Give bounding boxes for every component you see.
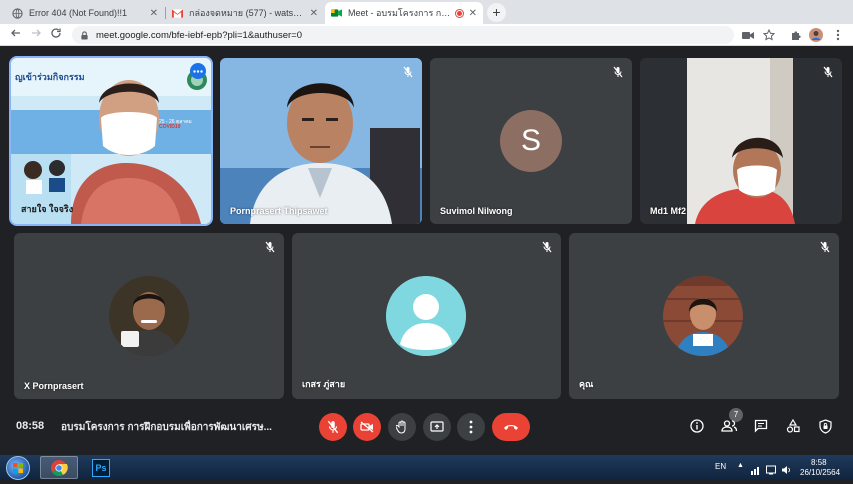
tab-title: กล่องจดหมาย (577) - watsana.r@	[189, 8, 304, 18]
participant-name: X Pornprasert	[24, 381, 84, 391]
participant-video	[220, 58, 422, 224]
reload-button[interactable]	[48, 27, 64, 43]
participant-tile[interactable]: X Pornprasert	[14, 233, 284, 399]
mic-muted-icon	[403, 66, 413, 78]
new-tab-button[interactable]: +	[487, 3, 506, 22]
participants-button[interactable]	[720, 417, 738, 435]
close-tab-icon[interactable]: ✕	[150, 8, 158, 19]
address-bar[interactable]: meet.google.com/bfe-iebf-epb?pli=1&authu…	[72, 26, 734, 44]
more-options-button[interactable]	[457, 413, 485, 441]
gmail-icon	[172, 8, 183, 19]
activities-button[interactable]	[784, 417, 802, 435]
tray-overflow-icon[interactable]: ▲	[737, 462, 744, 469]
tab-gmail-inbox[interactable]: กล่องจดหมาย (577) - watsana.r@ ✕	[166, 2, 324, 24]
raise-hand-button[interactable]	[388, 413, 416, 441]
camera-in-use-icon[interactable]	[740, 27, 756, 43]
url-text: meet.google.com/bfe-iebf-epb?pli=1&authu…	[96, 29, 302, 41]
language-indicator[interactable]: EN	[715, 462, 726, 471]
profile-avatar[interactable]	[808, 27, 824, 43]
participant-tile[interactable]: Pornprasert Thipsawet	[220, 58, 422, 224]
more-options-icon[interactable]	[190, 63, 206, 79]
mic-muted-icon	[613, 66, 623, 78]
forward-button[interactable]	[28, 27, 44, 43]
globe-icon	[12, 7, 23, 19]
avatar: S	[500, 110, 562, 172]
shield-lock-icon	[818, 418, 832, 434]
hand-icon	[396, 420, 406, 434]
lock-icon	[81, 30, 88, 40]
leave-call-button[interactable]	[492, 413, 530, 441]
participant-name: คุณ	[579, 379, 594, 389]
participant-tile[interactable]: เกสร ภู่สาย	[292, 233, 561, 399]
photoshop-icon: Ps	[92, 458, 110, 477]
start-button[interactable]	[6, 456, 30, 480]
bookmark-star-icon[interactable]	[761, 27, 777, 43]
present-icon	[430, 421, 444, 432]
chat-button[interactable]	[752, 417, 770, 435]
extensions-puzzle-icon[interactable]	[788, 27, 804, 43]
camera-toggle-button[interactable]	[353, 413, 381, 441]
volume-icon[interactable]	[781, 462, 791, 474]
mic-muted-icon	[820, 241, 830, 253]
close-tab-icon[interactable]: ✕	[469, 8, 477, 19]
browser-toolbar: meet.google.com/bfe-iebf-epb?pli=1&authu…	[0, 24, 853, 46]
meet-icon	[331, 8, 342, 19]
windows-logo-icon	[13, 463, 23, 473]
tab-meet[interactable]: Meet - อบรมโครงการ การฝึกอ ✕	[325, 2, 483, 24]
host-controls-button[interactable]	[816, 417, 834, 435]
participant-tile[interactable]: ญเข้าร่วมกิจกรรม 25 - 26 ตุลาคม COVID19 …	[9, 56, 213, 226]
slide-headline: ญเข้าร่วมกิจกรรม	[15, 72, 85, 82]
taskbar-photoshop[interactable]: Ps	[82, 456, 120, 479]
chrome-icon	[51, 459, 68, 476]
chat-icon	[754, 419, 768, 433]
participant-name: Pornprasert Thipsawet	[230, 206, 328, 216]
system-clock[interactable]: 8:58	[811, 458, 827, 467]
close-tab-icon[interactable]: ✕	[310, 8, 318, 19]
participant-tile[interactable]: Md1 Mf2	[640, 58, 842, 224]
present-screen-button[interactable]	[423, 413, 451, 441]
meeting-details-button[interactable]	[688, 417, 706, 435]
mic-toggle-button[interactable]	[319, 413, 347, 441]
avatar	[663, 276, 743, 356]
more-vert-icon	[469, 420, 473, 434]
back-button[interactable]	[8, 27, 24, 43]
os-taskbar: Ps EN ▲ 8:58 26/10/2564	[0, 455, 853, 480]
shapes-icon	[786, 419, 800, 433]
system-date[interactable]: 26/10/2564	[800, 468, 840, 477]
participant-tile[interactable]: คุณ	[569, 233, 839, 399]
browser-menu-icon[interactable]	[830, 27, 846, 43]
participant-name: Suvimol Nilwong	[440, 206, 513, 216]
meet-stage: ญเข้าร่วมกิจกรรม 25 - 26 ตุลาคม COVID19 …	[0, 47, 853, 455]
meeting-title: อบรมโครงการ การฝึกอบรมเพื่อการพัฒนาเศรษ.…	[61, 422, 272, 433]
browser-tab-bar: Error 404 (Not Found)!!1 ✕ กล่องจดหมาย (…	[0, 0, 853, 24]
avatar	[109, 276, 189, 356]
meeting-controls: 08:58 อบรมโครงการ การฝึกอบรมเพื่อการพัฒน…	[0, 402, 853, 452]
participant-name: เกสร ภู่สาย	[302, 379, 346, 389]
meeting-clock: 08:58	[16, 420, 45, 432]
participant-name: Md1 Mf2	[650, 206, 686, 216]
tab-title: Error 404 (Not Found)!!1	[29, 8, 128, 18]
camera-off-icon	[360, 421, 374, 433]
participant-name: สายใจ ใจจริง	[21, 204, 74, 214]
info-icon	[690, 419, 704, 433]
default-avatar-icon	[386, 276, 466, 356]
recording-indicator-icon	[455, 9, 463, 17]
tab-title: Meet - อบรมโครงการ การฝึกอ	[348, 8, 452, 18]
mic-off-icon	[327, 420, 339, 434]
mic-muted-icon	[823, 66, 833, 78]
slide-covid: COVID19	[159, 124, 181, 130]
participant-tile[interactable]: S Suvimol Nilwong	[430, 58, 632, 224]
tab-error-404[interactable]: Error 404 (Not Found)!!1 ✕	[6, 2, 164, 24]
hangup-icon	[504, 425, 518, 430]
network-icon[interactable]	[751, 462, 761, 475]
people-icon	[721, 420, 737, 432]
taskbar-chrome[interactable]	[40, 456, 78, 479]
mic-muted-icon	[265, 241, 275, 253]
action-center-icon[interactable]	[766, 462, 776, 475]
mic-muted-icon	[542, 241, 552, 253]
participant-video	[687, 58, 795, 224]
